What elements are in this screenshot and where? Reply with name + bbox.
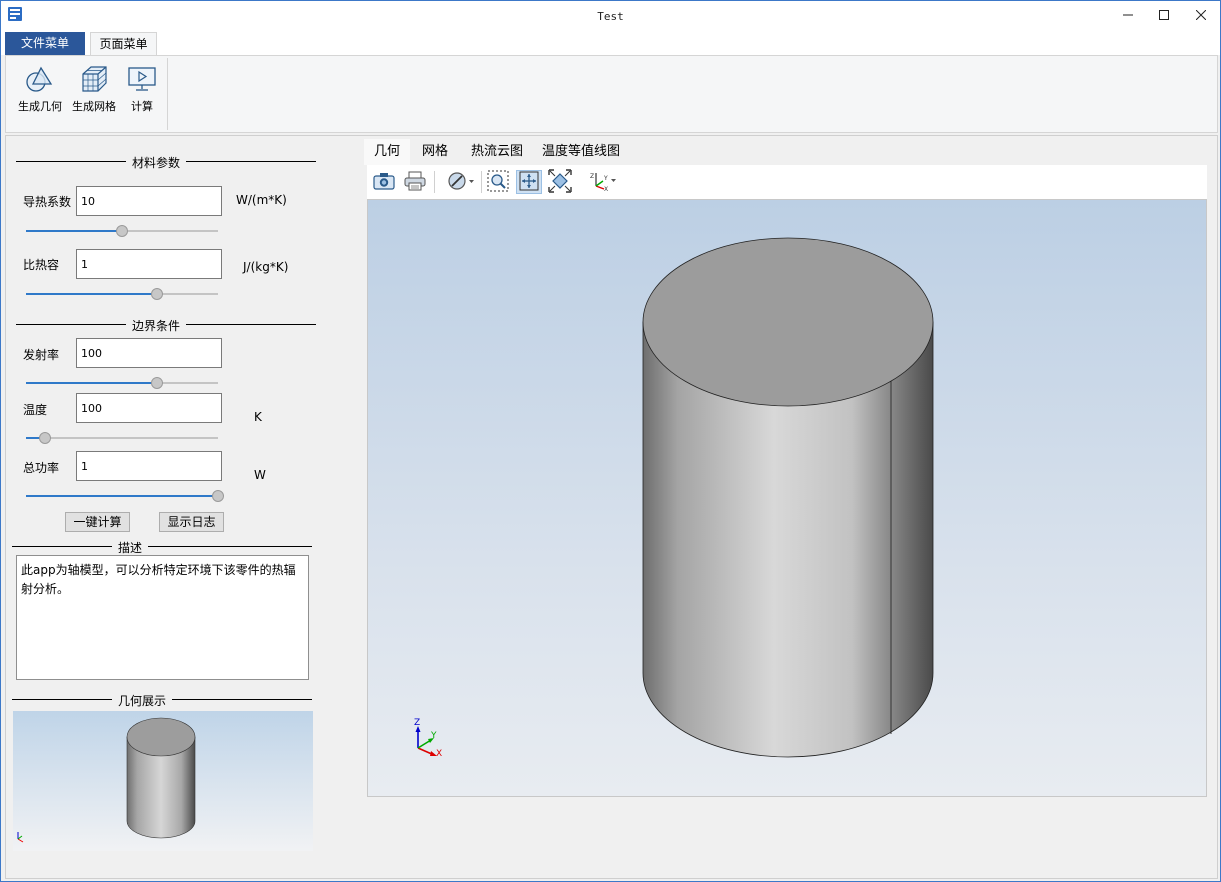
preview-cylinder bbox=[17, 717, 196, 843]
svg-text:Z: Z bbox=[590, 173, 594, 180]
description-textbox[interactable]: 此app为轴模型，可以分析特定环境下该零件的热辐射分析。 bbox=[16, 555, 309, 680]
temperature-input[interactable] bbox=[76, 393, 222, 423]
total-power-input[interactable] bbox=[76, 451, 222, 481]
material-params-title: 材料参数 bbox=[126, 154, 187, 171]
generate-mesh-button[interactable]: 生成网格 bbox=[68, 64, 120, 114]
minimize-icon bbox=[1123, 9, 1133, 23]
slider-thumb[interactable] bbox=[39, 432, 52, 444]
heat-capacity-label: 比热容 bbox=[23, 258, 60, 272]
close-button[interactable] bbox=[1182, 1, 1220, 31]
geometry-preview-header: 几何展示 bbox=[12, 692, 312, 709]
ribbon-panel: 生成几何 生成网格 计算 bbox=[5, 55, 1218, 133]
visibility-toggle-icon bbox=[446, 171, 476, 194]
pan-icon bbox=[519, 171, 539, 194]
geometry-preview bbox=[13, 711, 313, 851]
boundary-conditions-title: 边界条件 bbox=[126, 317, 187, 334]
slider-thumb[interactable] bbox=[212, 490, 224, 502]
temperature-unit: K bbox=[254, 410, 262, 424]
temperature-slider[interactable] bbox=[26, 432, 218, 444]
compute-label: 计算 bbox=[131, 100, 153, 113]
axis-view-button[interactable]: Z Y X bbox=[587, 170, 619, 194]
heat-capacity-unit: J/(kg*K) bbox=[243, 260, 289, 274]
conductivity-label: 导热系数 bbox=[23, 195, 72, 209]
emissivity-input[interactable] bbox=[76, 338, 222, 368]
generate-mesh-label: 生成网格 bbox=[72, 100, 116, 113]
total-power-slider[interactable] bbox=[26, 490, 224, 502]
temperature-label: 温度 bbox=[23, 403, 48, 417]
minimize-button[interactable] bbox=[1109, 1, 1147, 31]
tab-temperature-isolines[interactable]: 温度等值线图 bbox=[542, 139, 620, 165]
conductivity-slider[interactable] bbox=[26, 225, 218, 237]
emissivity-label: 发射率 bbox=[23, 348, 60, 362]
conductivity-unit: W/(m*K) bbox=[236, 193, 287, 207]
axis-view-icon: Z Y X bbox=[588, 170, 618, 195]
zoom-box-button[interactable] bbox=[485, 170, 511, 194]
maximize-button[interactable] bbox=[1145, 1, 1183, 31]
visibility-toggle-button[interactable] bbox=[444, 170, 478, 194]
one-click-compute-button[interactable]: 一键计算 bbox=[65, 512, 130, 532]
conductivity-input[interactable] bbox=[76, 186, 222, 216]
slider-thumb[interactable] bbox=[150, 377, 163, 389]
print-button[interactable] bbox=[402, 170, 428, 194]
boundary-conditions-header: 边界条件 bbox=[16, 317, 316, 334]
print-icon bbox=[404, 171, 426, 194]
axis-triad-icon: Z Y X bbox=[414, 718, 442, 759]
3d-viewport[interactable]: Z Y X bbox=[367, 199, 1207, 797]
camera-icon bbox=[373, 172, 395, 193]
window-title: Test bbox=[597, 10, 624, 23]
tab-heat-flux-contour[interactable]: 热流云图 bbox=[471, 139, 523, 165]
zoom-box-icon bbox=[487, 170, 509, 195]
slider-thumb[interactable] bbox=[116, 225, 128, 237]
show-log-button[interactable]: 显示日志 bbox=[159, 512, 224, 532]
generate-geometry-label: 生成几何 bbox=[18, 100, 62, 113]
heat-capacity-input[interactable] bbox=[76, 249, 222, 279]
app-window: Test 文件菜单 页面菜单 生成几何 生成网格 计算 材料参数 导热系数 10… bbox=[0, 0, 1221, 882]
total-power-unit: W bbox=[254, 468, 266, 482]
tab-geometry[interactable]: 几何 bbox=[364, 139, 410, 165]
geometry-preview-title: 几何展示 bbox=[112, 692, 173, 709]
tab-mesh[interactable]: 网格 bbox=[422, 139, 448, 165]
emissivity-slider[interactable] bbox=[26, 377, 218, 389]
tab-page-menu[interactable]: 页面菜单 bbox=[90, 32, 157, 55]
view-toolbar: Z Y X bbox=[367, 165, 1207, 199]
description-header: 描述 bbox=[12, 539, 312, 556]
fit-view-button[interactable] bbox=[547, 168, 573, 196]
pan-button[interactable] bbox=[516, 170, 542, 194]
mesh-icon bbox=[68, 64, 120, 94]
svg-text:Y: Y bbox=[603, 175, 608, 182]
geometry-icon bbox=[14, 64, 66, 94]
total-power-label: 总功率 bbox=[23, 461, 60, 475]
cylinder-model: Z Y X bbox=[414, 237, 934, 759]
maximize-icon bbox=[1159, 9, 1169, 23]
toolbar-separator bbox=[481, 171, 482, 193]
ribbon-separator bbox=[167, 58, 168, 130]
axis-y-label: Y bbox=[430, 731, 437, 741]
axis-z-label: Z bbox=[414, 718, 420, 728]
screenshot-button[interactable] bbox=[371, 170, 397, 194]
title-bar: Test bbox=[1, 1, 1220, 31]
close-icon bbox=[1195, 9, 1207, 23]
preview-axis-triad-icon bbox=[17, 832, 24, 843]
svg-text:X: X bbox=[604, 186, 608, 192]
material-params-header: 材料参数 bbox=[16, 154, 316, 171]
compute-button-ribbon[interactable]: 计算 bbox=[116, 64, 168, 114]
toolbar-separator bbox=[434, 171, 435, 193]
tab-file-menu[interactable]: 文件菜单 bbox=[5, 32, 85, 55]
heat-capacity-slider[interactable] bbox=[26, 288, 218, 300]
description-title: 描述 bbox=[112, 539, 149, 556]
generate-geometry-button[interactable]: 生成几何 bbox=[14, 64, 66, 114]
slider-thumb[interactable] bbox=[150, 288, 163, 300]
compute-icon bbox=[116, 64, 168, 94]
ribbon-tab-bar: 文件菜单 页面菜单 bbox=[1, 31, 1220, 55]
axis-x-label: X bbox=[436, 749, 442, 759]
fit-view-icon bbox=[548, 168, 572, 196]
main-area: 材料参数 导热系数 W/(m*K) 比热容 J/(kg*K) 边界条件 发射率 … bbox=[5, 135, 1218, 879]
